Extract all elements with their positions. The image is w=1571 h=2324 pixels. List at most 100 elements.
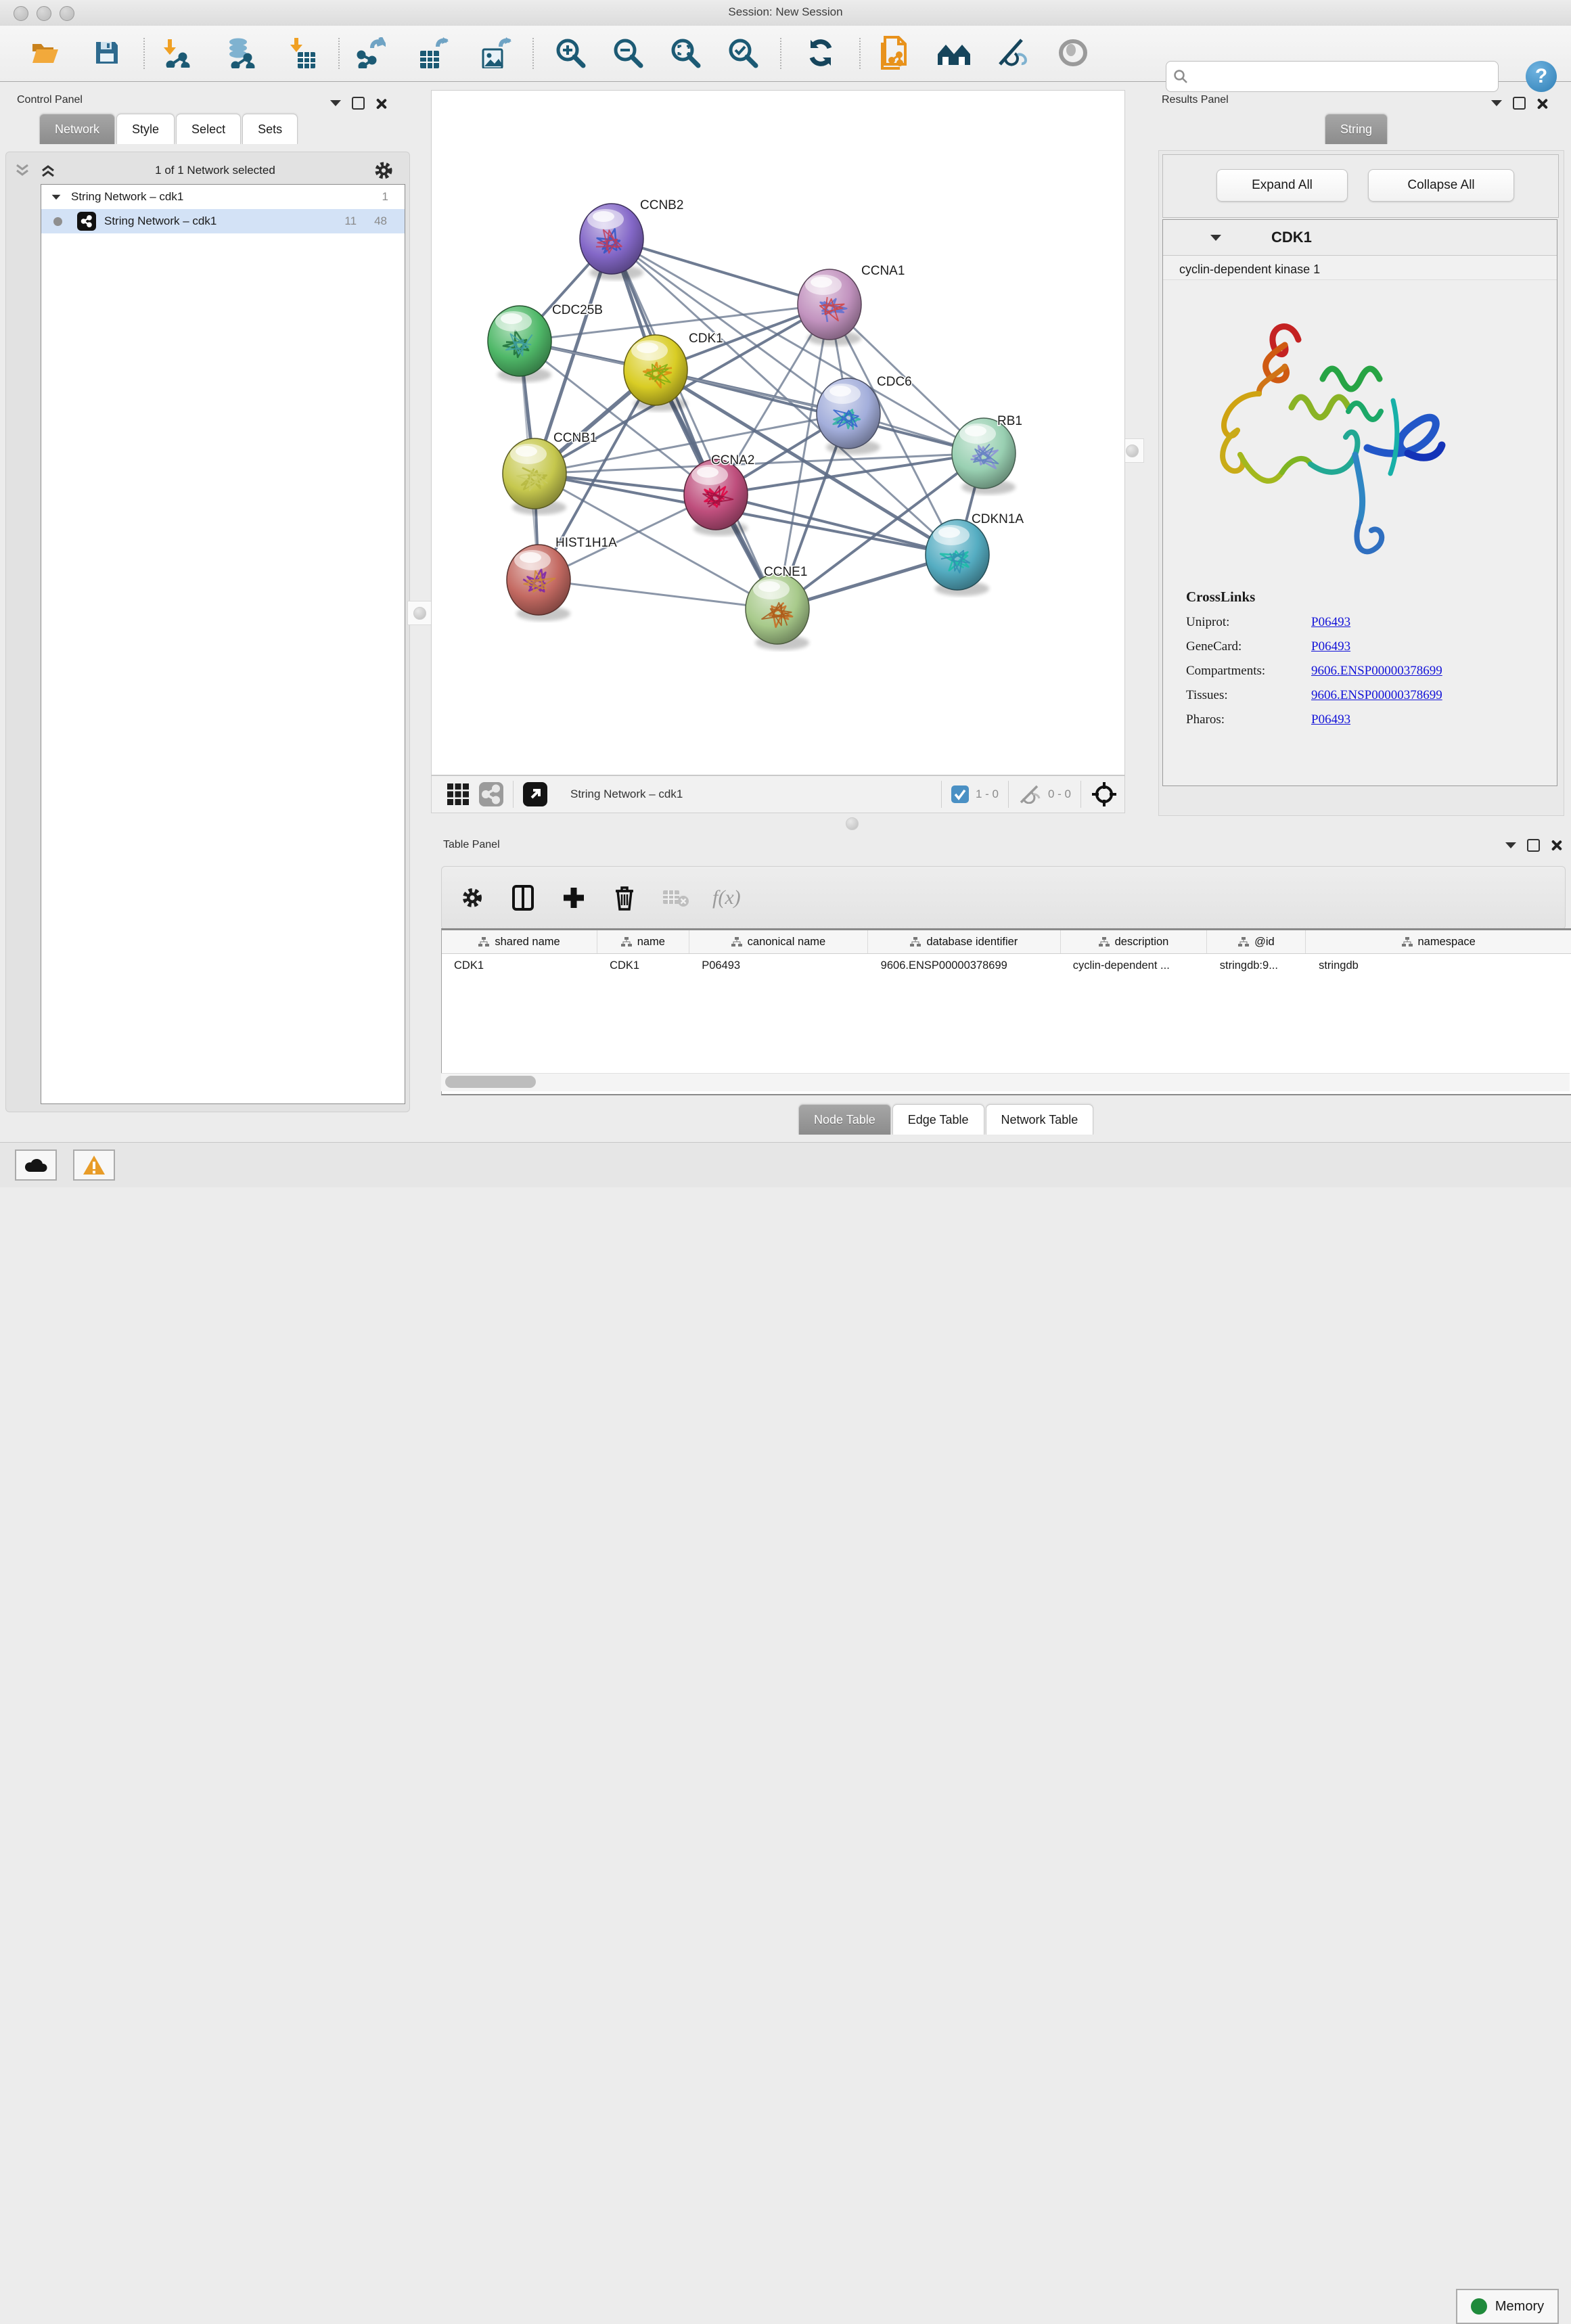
export-image-icon[interactable] [477,34,515,72]
table-cell[interactable]: stringdb [1306,959,1571,972]
column-header-name[interactable]: name [597,930,689,953]
table-cell[interactable]: P06493 [689,959,868,972]
column-header-canonical-name[interactable]: canonical name [689,930,869,953]
control-panel-menu-icon[interactable] [330,100,341,106]
delete-column-icon[interactable] [614,885,635,911]
table-cell[interactable]: 9606.ENSP00000378699 [869,959,1061,972]
table-cell[interactable]: CDK1 [442,959,597,972]
network-edge[interactable] [539,580,777,609]
results-panel-menu-icon[interactable] [1491,100,1502,106]
network-node-CCNB2[interactable]: CCNB2 [580,198,683,280]
tab-network-table[interactable]: Network Table [986,1104,1094,1135]
table-scrollbar-thumb[interactable] [445,1076,536,1088]
refresh-icon[interactable] [802,34,840,72]
import-table-icon[interactable] [284,34,322,72]
save-session-icon[interactable] [88,34,126,72]
export-network-icon[interactable] [352,34,390,72]
tab-select[interactable]: Select [176,114,241,144]
network-collection-row[interactable]: String Network – cdk1 1 [41,185,405,209]
expand-all-button[interactable]: Expand All [1216,169,1348,202]
table-cell[interactable]: stringdb:9... [1208,959,1306,972]
table-gear-icon[interactable] [461,886,484,909]
tab-node-table[interactable]: Node Table [798,1104,891,1135]
import-database-icon[interactable] [221,34,259,72]
column-header-shared-name[interactable]: shared name [442,930,597,953]
column-header-description[interactable]: description [1061,930,1208,953]
control-panel-float-icon[interactable] [352,97,365,110]
network-node-HIST1H1A[interactable]: HIST1H1A [507,536,617,621]
crosslink-link[interactable]: 9606.ENSP00000378699 [1311,664,1442,679]
results-panel-close-icon[interactable] [1536,98,1547,109]
show-columns-icon[interactable] [512,885,534,911]
column-header-database-identifier[interactable]: database identifier [868,930,1060,953]
network-canvas[interactable]: CCNB2CCNA1CDC25BCDK1CDC6RB1CCNB1CCNA2CDK… [431,90,1125,775]
results-panel-float-icon[interactable] [1513,97,1526,110]
network-options-gear-icon[interactable] [373,160,394,181]
network-row[interactable]: String Network – cdk1 11 48 [41,209,405,233]
table-panel-close-icon[interactable] [1551,840,1562,850]
network-node-CDKN1A[interactable]: CDKN1A [926,512,1024,596]
collapse-all-icon[interactable] [14,163,31,178]
search-box[interactable] [1166,61,1499,92]
gene-header-row[interactable]: CDK1 [1163,220,1557,256]
help-button[interactable]: ? [1526,61,1557,92]
table-horizontal-scrollbar[interactable] [441,1073,1570,1091]
string-home-icon[interactable] [935,34,973,72]
export-table-icon[interactable] [414,34,452,72]
birdseye-view-icon[interactable] [523,782,547,806]
gene-expander-icon[interactable] [1210,235,1221,241]
network-edge[interactable] [716,495,957,555]
open-session-icon[interactable] [27,34,65,72]
open-in-string-icon[interactable] [874,34,912,72]
crosslink-link[interactable]: 9606.ENSP00000378699 [1311,688,1442,703]
tab-style[interactable]: Style [116,114,175,144]
table-panel-menu-icon[interactable] [1505,842,1516,848]
collapse-all-button[interactable]: Collapse All [1368,169,1514,202]
fit-selected-crosshair-icon[interactable] [1091,781,1118,808]
zoom-selected-icon[interactable] [724,34,762,72]
network-node-RB1[interactable]: RB1 [952,414,1022,495]
zoom-in-icon[interactable] [551,34,589,72]
highlight-eye-icon[interactable] [1054,34,1092,72]
left-splitter-handle[interactable] [407,601,432,625]
network-edge[interactable] [612,239,777,609]
node-table[interactable]: shared namenamecanonical namedatabase id… [441,928,1571,1095]
cloud-button[interactable] [15,1149,57,1181]
bottom-splitter-handle[interactable] [846,817,859,830]
memory-button[interactable]: Memory [1456,2289,1559,2324]
network-share-view-icon[interactable] [479,782,503,806]
column-header-namespace[interactable]: namespace [1306,930,1571,953]
add-column-icon[interactable] [562,886,585,909]
control-panel-close-icon[interactable] [375,98,386,109]
crosslink-row: Pharos:P06493 [1186,712,1557,727]
network-edge[interactable] [612,239,829,304]
string-network-view[interactable]: CCNB2CCNA1CDC25BCDK1CDC6RB1CCNB1CCNA2CDK… [432,91,1126,776]
table-panel-float-icon[interactable] [1527,839,1540,852]
crosslink-link[interactable]: P06493 [1311,639,1350,654]
table-cell[interactable]: CDK1 [597,959,689,972]
crosslink-link[interactable]: P06493 [1311,712,1350,727]
expand-all-icon[interactable] [39,163,57,178]
warnings-button[interactable] [73,1149,115,1181]
crosslink-link[interactable]: P06493 [1311,615,1350,630]
grid-view-icon[interactable] [447,783,470,806]
zoom-fit-icon[interactable] [666,34,704,72]
column-header-@id[interactable]: @id [1207,930,1306,953]
network-node-CCNE1[interactable]: CCNE1 [746,565,809,650]
tab-sets[interactable]: Sets [242,114,298,144]
tab-network[interactable]: Network [39,114,115,144]
zoom-out-icon[interactable] [609,34,647,72]
tab-edge-table[interactable]: Edge Table [892,1104,984,1135]
search-input[interactable] [1188,69,1482,84]
tab-string[interactable]: String [1325,114,1388,144]
table-cell[interactable]: cyclin-dependent ... [1061,959,1208,972]
network-node-CDC25B[interactable]: CDC25B [488,303,603,382]
network-node-CCNA1[interactable]: CCNA1 [798,264,905,346]
collection-expander-icon[interactable] [52,194,61,199]
table-row[interactable]: CDK1CDK1P064939606.ENSP00000378699cyclin… [442,954,1571,977]
import-network-icon[interactable] [158,34,196,72]
network-node-CDK1[interactable]: CDK1 [624,332,723,411]
hide-glasses-icon[interactable] [994,34,1032,72]
selected-checkbox-icon[interactable] [951,785,969,803]
network-node-CDC6[interactable]: CDC6 [817,375,912,455]
